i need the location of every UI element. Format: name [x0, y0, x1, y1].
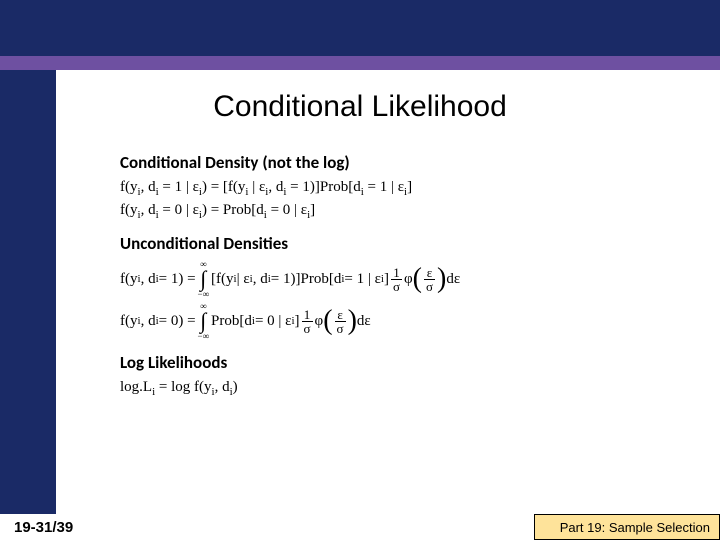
eq-text: ]: [310, 202, 315, 218]
eq-text: = 1)]Prob[d: [271, 271, 342, 288]
eq-text: f(y: [120, 271, 138, 288]
eq-text: dε: [357, 313, 371, 330]
integral-icon: ∞ ∫ −∞: [198, 260, 210, 298]
eq-text: f(y: [120, 313, 138, 330]
frac-num: 1: [302, 308, 313, 321]
eq-text: Prob[d: [211, 313, 252, 330]
eq-text: φ: [315, 313, 324, 330]
int-lower: −∞: [198, 332, 210, 340]
eq-text: [f(y: [211, 271, 234, 288]
eq-text: log.L: [120, 379, 152, 395]
eq-text: = log f(y: [155, 379, 211, 395]
accent-bar: [0, 56, 720, 70]
eq-text: ]: [384, 271, 389, 288]
eq-text: , d: [268, 179, 283, 195]
eq-text: ) = Prob[d: [202, 202, 264, 218]
frac-den: σ: [335, 321, 346, 335]
section-heading-conditional: Conditional Density (not the log): [120, 152, 680, 173]
frac-num: 1: [391, 266, 402, 279]
eq-text: dε: [446, 271, 460, 288]
eq-text: f(y: [120, 179, 138, 195]
equation-uncond-d1: f(yi, di = 1) = ∞ ∫ −∞ [f(yi | εi, di = …: [120, 260, 680, 298]
eq-text: , d: [141, 202, 156, 218]
eq-text: ]: [295, 313, 300, 330]
eq-text: ]: [407, 179, 412, 195]
int-lower: −∞: [198, 290, 210, 298]
slide-content: Conditional Density (not the log) f(yi, …: [120, 140, 680, 402]
slide-number: 19-31/39: [14, 519, 73, 536]
paren-eps-sigma: ( ε σ ): [323, 308, 357, 335]
eq-text: ): [233, 379, 238, 395]
equation-uncond-d0: f(yi, di = 0) = ∞ ∫ −∞ Prob[di = 0 | εi]…: [120, 302, 680, 340]
frac-num: ε: [335, 308, 344, 321]
eq-text: = 0 | ε: [267, 202, 307, 218]
eq-text: | ε: [237, 271, 250, 288]
eq-text: φ: [404, 271, 413, 288]
eq-text: = 1)]Prob[d: [286, 179, 360, 195]
equation-cond-d0: f(yi, di = 0 | εi) = Prob[di = 0 | εi]: [120, 202, 680, 221]
fraction-1-sigma: 1 σ: [391, 266, 402, 293]
frac-den: σ: [424, 279, 435, 293]
top-bar: [0, 0, 720, 56]
frac-den: σ: [302, 321, 313, 335]
left-bar: [0, 70, 56, 514]
frac-num: ε: [425, 266, 434, 279]
eq-text: , d: [141, 271, 156, 288]
eq-text: = 0 | ε: [255, 313, 292, 330]
eq-text: = 0) =: [159, 313, 196, 330]
part-label: Part 19: Sample Selection: [560, 520, 710, 535]
eq-text: = 1 | ε: [364, 179, 404, 195]
section-heading-loglik: Log Likelihoods: [120, 352, 680, 373]
eq-text: | ε: [248, 179, 265, 195]
eq-text: , d: [215, 379, 230, 395]
fraction-1-sigma: 1 σ: [302, 308, 313, 335]
eq-text: , d: [141, 179, 156, 195]
eq-text: , d: [253, 271, 268, 288]
eq-text: ) = [f(y: [202, 179, 245, 195]
eq-text: = 0 | ε: [159, 202, 199, 218]
eq-text: = 1 | ε: [344, 271, 381, 288]
frac-den: σ: [391, 279, 402, 293]
slide: Conditional Likelihood Conditional Densi…: [0, 0, 720, 540]
integral-icon: ∞ ∫ −∞: [198, 302, 210, 340]
section-heading-unconditional: Unconditional Densities: [120, 233, 680, 254]
slide-title: Conditional Likelihood: [0, 90, 720, 124]
eq-text: = 1 | ε: [159, 179, 199, 195]
paren-eps-sigma: ( ε σ ): [413, 266, 447, 293]
equation-loglik: log.Li = log f(yi, di): [120, 379, 680, 398]
equation-cond-d1: f(yi, di = 1 | εi) = [f(yi | εi, di = 1)…: [120, 179, 680, 198]
eq-text: , d: [141, 313, 156, 330]
eq-text: f(y: [120, 202, 138, 218]
footer: 19-31/39 Part 19: Sample Selection: [0, 514, 720, 540]
eq-text: = 1) =: [159, 271, 196, 288]
